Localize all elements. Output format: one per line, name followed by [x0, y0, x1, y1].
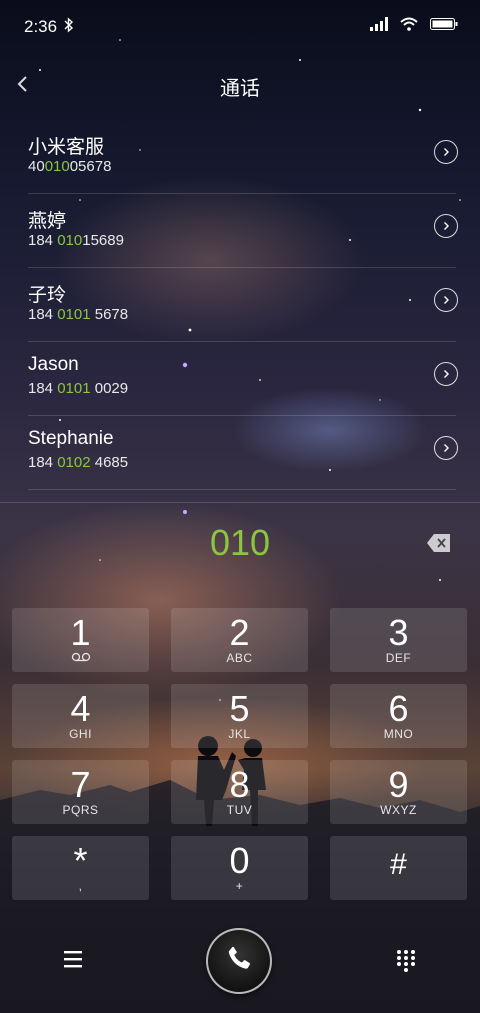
phone-icon — [224, 944, 254, 979]
bottom-bar — [0, 928, 480, 994]
status-bar: 2:36 — [0, 0, 480, 52]
chevron-right-icon[interactable] — [434, 140, 458, 164]
key-6[interactable]: 6 MNO — [330, 684, 467, 748]
key-4[interactable]: 4 GHI — [12, 684, 149, 748]
key-2[interactable]: 2 ABC — [171, 608, 308, 672]
chevron-right-icon[interactable] — [434, 288, 458, 312]
contact-row[interactable]: 燕婷 184 01015689 — [28, 194, 458, 268]
contact-name: Stephanie — [28, 428, 114, 449]
call-button[interactable] — [206, 928, 272, 994]
bluetooth-icon — [64, 17, 74, 37]
contact-number: 184 0102 4685 — [28, 454, 129, 471]
contact-row[interactable]: 小米客服 4001005678 — [28, 120, 458, 194]
contact-name: Jason — [28, 354, 79, 375]
key-8[interactable]: 8 TUV — [171, 760, 308, 824]
key-9[interactable]: 9 WXYZ — [330, 760, 467, 824]
wifi-icon — [400, 17, 418, 36]
contact-number: 184 0101 5678 — [28, 306, 129, 323]
key-7[interactable]: 7 PQRS — [12, 760, 149, 824]
backspace-icon[interactable] — [426, 532, 452, 554]
contact-row[interactable]: 子玲 184 0101 5678 — [28, 268, 458, 342]
chevron-right-icon[interactable] — [434, 362, 458, 386]
title-bar: 通话 — [0, 56, 480, 112]
chevron-right-icon[interactable] — [434, 214, 458, 238]
contact-number: 184 01015689 — [28, 232, 124, 249]
contact-row[interactable]: Stephanie 184 0102 4685 — [28, 416, 458, 490]
key-1[interactable]: 1 — [12, 608, 149, 672]
key-0[interactable]: 0 + — [171, 836, 308, 900]
battery-icon — [430, 17, 458, 36]
voicemail-icon — [12, 651, 149, 665]
contact-number: 184 0101 0029 — [28, 380, 129, 397]
page-title: 通话 — [220, 78, 260, 100]
key-hash[interactable]: # — [330, 836, 467, 900]
list-divider — [0, 502, 480, 503]
key-3[interactable]: 3 DEF — [330, 608, 467, 672]
key-5[interactable]: 5 JKL — [171, 684, 308, 748]
dial-input-display: 010 — [209, 522, 271, 563]
chevron-right-icon[interactable] — [434, 436, 458, 460]
search-results-list: 小米客服 4001005678 燕婷 184 01015689 子玲 184 0… — [28, 120, 458, 490]
contact-name: 子玲 — [28, 285, 67, 306]
dialpad-icon[interactable] — [394, 948, 418, 972]
menu-icon[interactable] — [62, 948, 86, 970]
signal-icon — [370, 17, 388, 36]
contact-name: 小米客服 — [28, 137, 105, 158]
contact-row[interactable]: Jason 184 0101 0029 — [28, 342, 458, 416]
contact-number: 4001005678 — [28, 158, 112, 175]
contact-name: 燕婷 — [28, 211, 67, 232]
key-star[interactable]: *, — [12, 836, 149, 900]
dial-keypad: 1 2 ABC 3 DEF 4 GHI 5 JKL 6 MNO 7 PQRS 8 TUV 9W… — [12, 608, 468, 900]
status-time: 2:36 — [24, 17, 58, 36]
